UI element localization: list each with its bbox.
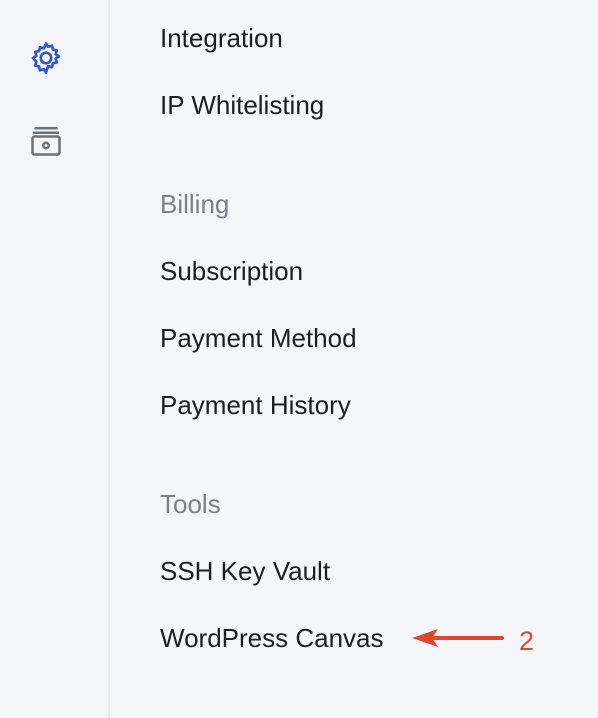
section-heading-tools: Tools	[160, 489, 221, 519]
vault-nav-button[interactable]	[25, 122, 67, 164]
step-number: 2	[519, 625, 535, 656]
arrow-left-icon	[410, 622, 504, 659]
menu-item-payment-history[interactable]: Payment History	[160, 389, 351, 421]
vault-icon	[28, 123, 64, 164]
gear-icon	[27, 39, 65, 82]
settings-nav-button[interactable]	[25, 39, 67, 81]
menu-item-ip-whitelisting[interactable]: IP Whitelisting	[160, 89, 324, 121]
step-annotation: 2	[410, 622, 534, 659]
menu-item-ssh-key-vault[interactable]: SSH Key Vault	[160, 555, 330, 587]
menu-item-wordpress-canvas[interactable]: WordPress Canvas	[160, 622, 384, 654]
icon-sidebar	[0, 0, 110, 718]
menu-item-integration[interactable]: Integration	[160, 22, 283, 54]
section-heading-billing: Billing	[160, 189, 230, 219]
menu-item-payment-method[interactable]: Payment Method	[160, 322, 357, 354]
menu-item-subscription[interactable]: Subscription	[160, 255, 303, 287]
